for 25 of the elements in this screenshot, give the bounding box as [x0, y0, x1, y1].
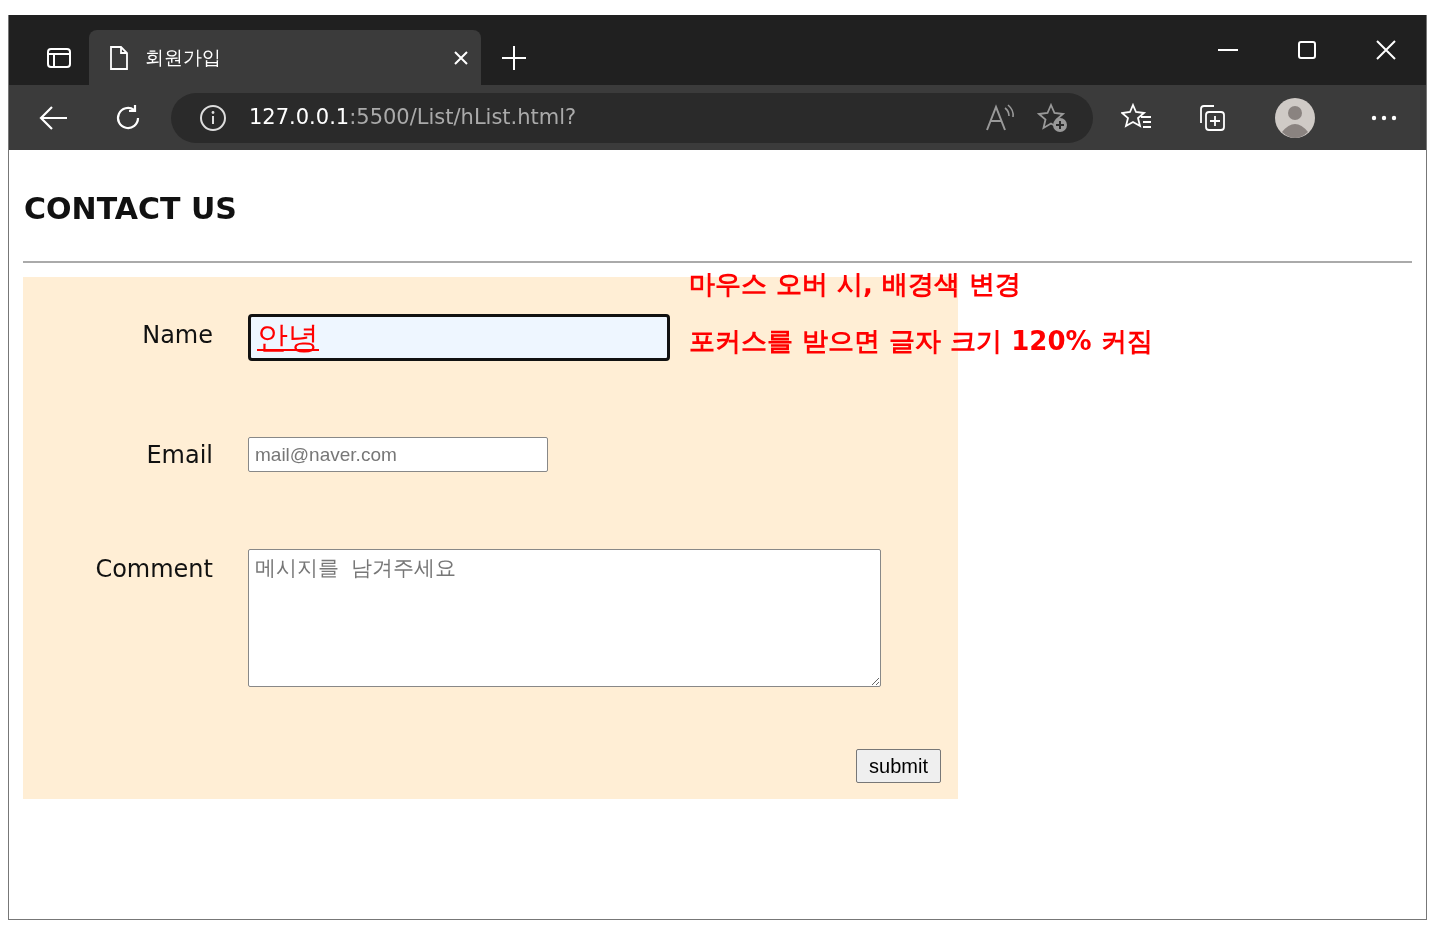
- maximize-icon[interactable]: [1298, 41, 1316, 59]
- document-icon: [109, 44, 129, 71]
- page-heading: CONTACT US: [24, 190, 238, 228]
- field-label: Comment: [94, 554, 213, 585]
- submit-button[interactable]: submit: [856, 749, 941, 783]
- new-tab-icon[interactable]: [501, 44, 527, 71]
- annotation-text: 마우스 오버 시, 배경색 변경: [689, 268, 1023, 301]
- tab-panel-icon[interactable]: [46, 46, 72, 69]
- more-options-icon[interactable]: [1371, 114, 1397, 121]
- field-label: Name: [141, 320, 213, 351]
- profile-avatar-icon[interactable]: [1275, 97, 1315, 138]
- close-icon[interactable]: [1376, 40, 1396, 60]
- tab-title: 회원가입: [145, 45, 222, 71]
- minimize-icon[interactable]: [1218, 48, 1238, 52]
- annotation-text: 포커스를 받으면 글자 크기 120% 커짐: [689, 325, 1153, 358]
- text-input-field[interactable]: mail@naver.com: [248, 437, 548, 472]
- back-arrow-icon[interactable]: [39, 104, 69, 131]
- comment-textarea[interactable]: 메시지를 남겨주세요: [248, 549, 881, 687]
- browser-tab[interactable]: 회원가입: [89, 30, 481, 85]
- info-icon[interactable]: [199, 103, 227, 132]
- text-input-field[interactable]: 안녕: [248, 314, 670, 361]
- field-label: Email: [145, 440, 213, 471]
- star-plus-icon[interactable]: [1037, 102, 1069, 133]
- read-aloud-icon[interactable]: [985, 103, 1015, 132]
- close-icon[interactable]: [453, 49, 469, 66]
